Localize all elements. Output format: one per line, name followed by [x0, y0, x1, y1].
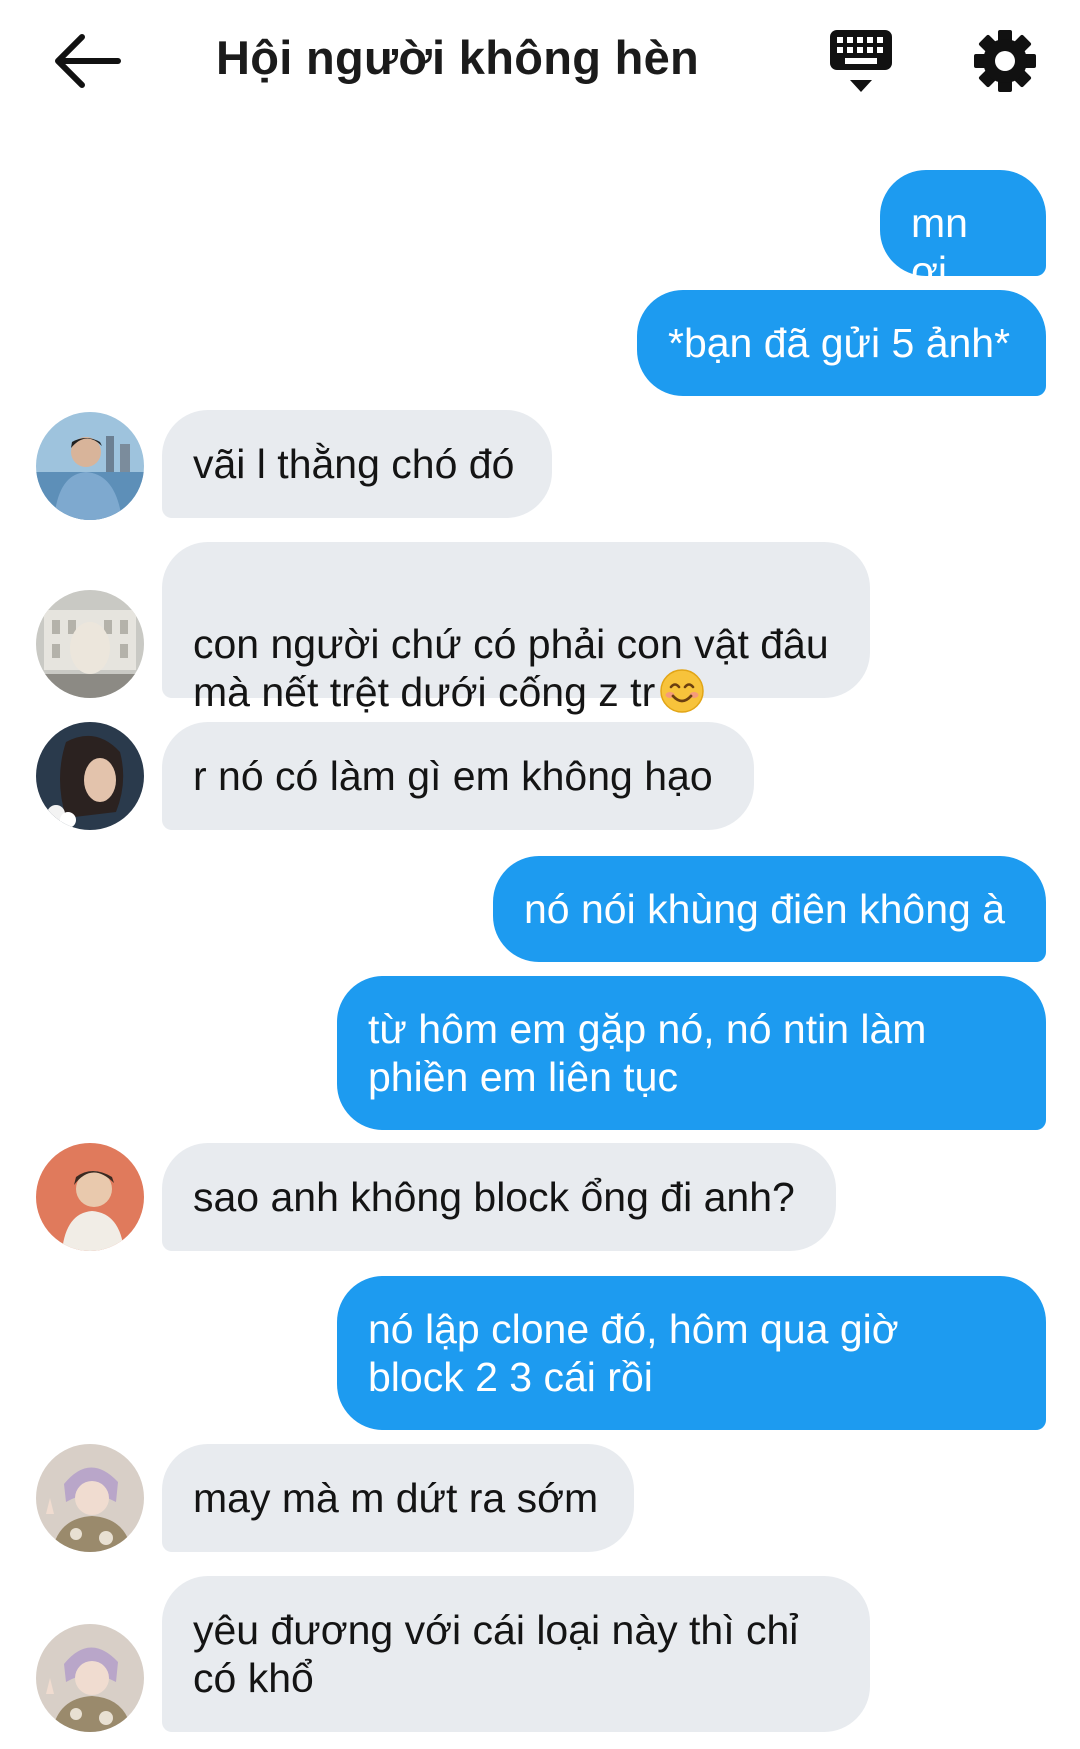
avatar[interactable]: [36, 722, 144, 830]
message-bubble-outgoing[interactable]: mn ơi: [880, 170, 1046, 294]
message-bubble-incoming[interactable]: r nó có làm gì em không hạo: [162, 722, 754, 830]
message-text: con người chứ có phải con vật đâu mà nết…: [193, 621, 829, 715]
avatar-5-image: [36, 1624, 144, 1732]
group-title: Hội người không hèn: [216, 31, 700, 84]
settings-button[interactable]: [972, 28, 1038, 94]
back-button[interactable]: [52, 32, 124, 90]
message-bubble-incoming[interactable]: may mà m dứt ra sớm: [162, 1444, 634, 1552]
avatar[interactable]: [36, 590, 144, 698]
avatar-3-image: [36, 722, 144, 830]
message-bubble-incoming[interactable]: vãi l thằng chó đó: [162, 410, 552, 518]
message-bubble-incoming[interactable]: sao anh không block ổng đi anh?: [162, 1143, 836, 1251]
message-bubble-incoming[interactable]: yêu đương với cái loại này thì chỉ có kh…: [162, 1576, 870, 1732]
avatar[interactable]: [36, 412, 144, 520]
message-bubble-outgoing[interactable]: nó lập clone đó, hôm qua giờ block 2 3 c…: [337, 1276, 1046, 1430]
arrow-left-icon: [55, 34, 121, 88]
message-bubble-outgoing[interactable]: nó nói khùng điên không à: [493, 856, 1046, 962]
smiling-face-emoji: [659, 668, 705, 714]
message-bubble-outgoing[interactable]: từ hôm em gặp nó, nó ntin làm phiền em l…: [337, 976, 1046, 1130]
message-bubble-incoming[interactable]: con người chứ có phải con vật đâu mà nết…: [162, 542, 870, 715]
chat-header: Hội người không hèn: [0, 0, 1080, 130]
avatar-5-image: [36, 1444, 144, 1552]
message-bubble-outgoing[interactable]: *bạn đã gửi 5 ảnh*: [637, 290, 1046, 396]
gear-icon: [974, 30, 1036, 92]
keyboard-icon: [830, 30, 892, 92]
avatar-1-image: [36, 412, 144, 520]
avatar[interactable]: [36, 1444, 144, 1552]
avatar-2-image: [36, 590, 144, 698]
avatar[interactable]: [36, 1624, 144, 1732]
avatar[interactable]: [36, 1143, 144, 1251]
keyboard-button[interactable]: [828, 28, 894, 98]
avatar-4-image: [36, 1143, 144, 1251]
